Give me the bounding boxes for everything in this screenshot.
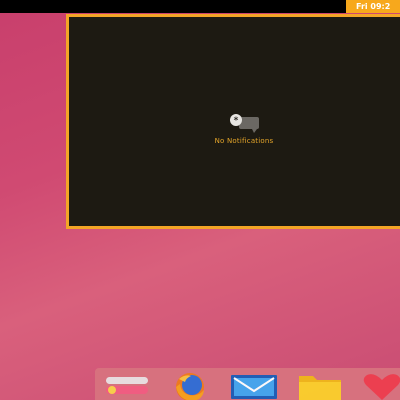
mail-icon — [231, 375, 277, 399]
dock-item-favorites[interactable] — [357, 370, 400, 400]
heart-icon — [363, 374, 400, 400]
dock-item-mail[interactable] — [229, 370, 279, 400]
dock-item-firefox[interactable] — [165, 370, 215, 400]
svg-text:*: * — [234, 116, 239, 126]
top-bar: Fri 09:2 — [0, 0, 400, 13]
notifications-empty-icon: * — [226, 113, 262, 135]
notification-panel: * No Notifications — [66, 14, 400, 229]
dock-item-files[interactable] — [295, 370, 345, 400]
no-notifications-label: No Notifications — [214, 137, 274, 145]
firefox-icon — [176, 373, 204, 400]
folder-icon — [299, 376, 341, 400]
clock[interactable]: Fri 09:2 — [346, 0, 400, 13]
dock — [95, 368, 400, 400]
empty-state: * No Notifications — [69, 113, 400, 145]
dock-item-settings[interactable] — [103, 370, 153, 400]
settings-toggle-icon — [106, 377, 148, 394]
